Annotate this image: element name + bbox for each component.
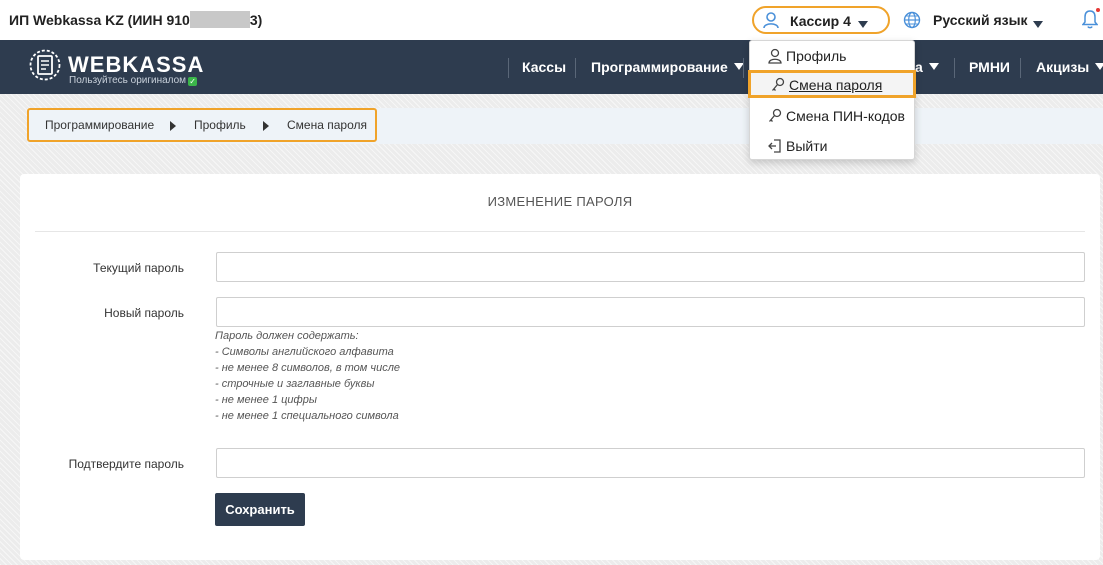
current-password-input[interactable] <box>216 252 1085 282</box>
globe-icon <box>903 11 921 34</box>
current-password-label: Текущий пароль <box>93 261 184 275</box>
webkassa-logo-icon <box>29 49 61 86</box>
confirm-password-label: Подтвердите пароль <box>68 457 184 471</box>
top-bar: ИП Webkassa KZ (ИИН 910 3) Кассир 4 Русск… <box>0 0 1103 40</box>
company-name-suffix: 3) <box>249 12 263 28</box>
nav-divider <box>575 58 576 78</box>
company-name-prefix: ИП Webkassa KZ (ИИН 910 <box>9 12 190 28</box>
nav-item-kassy[interactable]: Кассы <box>522 59 566 75</box>
menu-item-label: Смена пароля <box>789 77 883 93</box>
nav-divider <box>954 58 955 78</box>
confirm-password-input[interactable] <box>216 448 1085 478</box>
notifications-button[interactable] <box>1081 8 1100 34</box>
language-selector[interactable]: Русский язык <box>903 11 1045 31</box>
nav-item-excise[interactable]: Акцизы <box>1036 59 1103 75</box>
menu-item-change-pin[interactable]: Смена ПИН-кодов <box>750 102 914 130</box>
user-name: Кассир 4 <box>790 13 851 29</box>
check-icon: ✓ <box>188 77 198 86</box>
brand-tagline: Пользуйтесь оригиналом ✓ <box>69 75 198 86</box>
chevron-down-icon <box>858 16 868 34</box>
hint-line: - не менее 1 цифры <box>215 394 317 406</box>
person-icon <box>768 48 782 67</box>
menu-item-logout[interactable]: Выйти <box>750 132 914 160</box>
main-navbar: WEBKASSA Пользуйтесь оригиналом ✓ Кассы П… <box>0 40 1103 94</box>
bell-icon <box>1081 10 1099 33</box>
hint-line: Пароль должен содержать: <box>215 330 359 342</box>
breadcrumb-item-programming[interactable]: Программирование <box>45 118 154 132</box>
new-password-input[interactable] <box>216 297 1085 327</box>
logout-icon <box>768 138 782 157</box>
key-icon <box>771 77 785 96</box>
hint-line: - Символы английского алфавита <box>215 346 394 358</box>
breadcrumb-item-profile[interactable]: Профиль <box>194 118 246 132</box>
hint-line: - не менее 8 символов, в том числе <box>215 362 401 374</box>
breadcrumb-separator-icon <box>170 121 176 131</box>
language-label: Русский язык <box>933 12 1028 28</box>
nav-item-label: а <box>915 59 923 75</box>
user-dropdown-menu: Профиль Смена пароля Смена ПИН-кодов Вый… <box>748 40 916 160</box>
notification-dot <box>1096 8 1100 12</box>
nav-item-label: РМНИ <box>969 59 1010 75</box>
nav-divider <box>1020 58 1021 78</box>
brand-logo[interactable]: WEBKASSA Пользуйтесь оригиналом ✓ <box>29 49 209 87</box>
password-requirements: Пароль должен содержать: - Символы англи… <box>215 328 400 424</box>
divider <box>35 231 1085 232</box>
breadcrumb-item-change-password: Смена пароля <box>287 118 367 132</box>
nav-item-label: Программирование <box>591 59 728 75</box>
brand-tagline-text: Пользуйтесь оригиналом <box>69 75 187 86</box>
nav-divider <box>743 58 744 78</box>
key-icon <box>768 108 782 127</box>
breadcrumb-separator-icon <box>263 121 269 131</box>
menu-item-profile[interactable]: Профиль <box>750 42 914 70</box>
save-button[interactable]: Сохранить <box>215 493 305 526</box>
menu-item-label: Выйти <box>786 138 828 154</box>
user-icon <box>762 11 780 34</box>
caret-down-icon <box>1095 63 1103 70</box>
change-password-card: ИЗМЕНЕНИЕ ПАРОЛЯ Текущий пароль Новый па… <box>20 174 1100 560</box>
card-title: ИЗМЕНЕНИЕ ПАРОЛЯ <box>487 194 633 209</box>
hint-line: - строчные и заглавные буквы <box>215 378 375 390</box>
new-password-label: Новый пароль <box>104 306 184 320</box>
menu-item-change-password[interactable]: Смена пароля <box>748 70 916 98</box>
nav-divider <box>508 58 509 78</box>
nav-item-label: Кассы <box>522 59 567 75</box>
redacted-iin <box>189 11 250 28</box>
hint-line: - не менее 1 специального символа <box>215 410 399 422</box>
nav-item-hidden[interactable]: а <box>915 59 939 75</box>
menu-item-label: Смена ПИН-кодов <box>786 108 905 124</box>
nav-item-label: Акцизы <box>1036 59 1090 75</box>
caret-down-icon <box>928 63 939 70</box>
menu-item-label: Профиль <box>786 48 847 64</box>
nav-item-rmni[interactable]: РМНИ <box>969 59 1010 75</box>
user-menu-button[interactable]: Кассир 4 <box>752 6 890 34</box>
company-name: ИП Webkassa KZ (ИИН 910 3) <box>9 11 262 28</box>
chevron-down-icon <box>1033 16 1043 34</box>
nav-item-programming[interactable]: Программирование <box>591 59 744 75</box>
